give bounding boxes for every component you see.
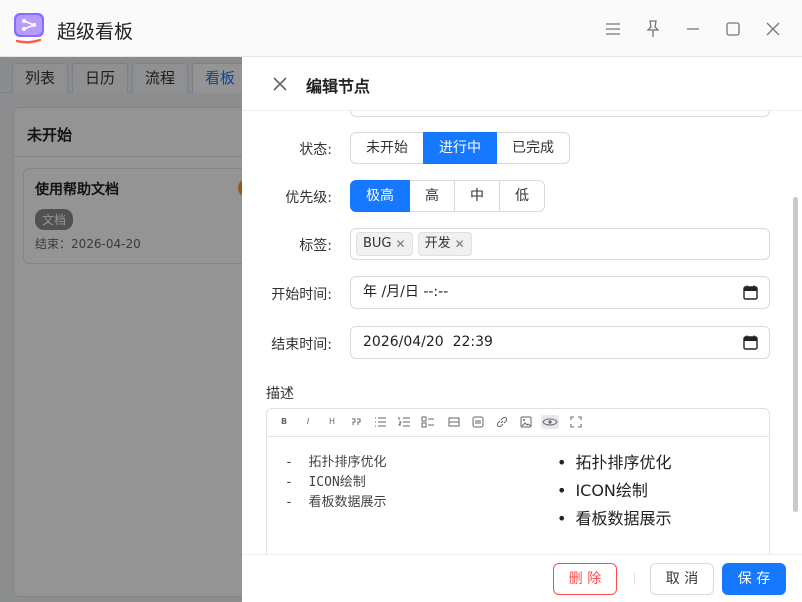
tag-chip: 开发 ✕	[417, 232, 472, 256]
end-time-input[interactable]: 2026/04/20 22:39	[350, 326, 770, 359]
preview-icon[interactable]	[541, 415, 559, 429]
markdown-editor[interactable]: B I H - 拓扑排序优化 - ICON绘制 - 看板数据展示 • 拓扑排序优…	[266, 408, 770, 554]
tag-chip-label: 开发	[424, 236, 451, 251]
window-titlebar: 超级看板	[0, 0, 802, 57]
heading-icon[interactable]: H	[325, 415, 339, 429]
start-time-value: 年 /月/日 --:--	[363, 284, 449, 300]
priority-option-high[interactable]: 高	[409, 180, 455, 212]
drawer-footer: 删 除 取 消 保 存	[242, 554, 802, 602]
source-line: - ICON绘制	[285, 475, 366, 490]
priority-option-medium[interactable]: 中	[454, 180, 500, 212]
priority-label: 优先级:	[285, 190, 332, 206]
source-line: - 拓扑排序优化	[285, 455, 387, 470]
maximize-icon[interactable]	[722, 18, 744, 40]
drawer-close-icon[interactable]	[270, 74, 290, 94]
italic-icon[interactable]: I	[301, 415, 315, 429]
calendar-icon[interactable]	[743, 285, 758, 300]
start-time-input[interactable]: 年 /月/日 --:--	[350, 276, 770, 309]
tag-chip: BUG ✕	[356, 232, 413, 256]
code-icon[interactable]	[471, 415, 485, 429]
drawer-header: 编辑节点	[242, 57, 802, 111]
app-title: 超级看板	[57, 21, 134, 43]
ordered-list-icon[interactable]	[397, 415, 411, 429]
status-option-not-started[interactable]: 未开始	[350, 132, 424, 164]
priority-button-group: 极高 高 中 低	[350, 180, 545, 212]
description-label: 描述	[266, 386, 294, 402]
end-time-label: 结束时间:	[271, 337, 332, 353]
start-time-label: 开始时间:	[271, 287, 332, 303]
preview-item: 看板数据展示	[557, 505, 671, 533]
editor-toolbar: B I H	[267, 409, 769, 437]
tag-chip-label: BUG	[363, 236, 392, 251]
status-option-in-progress[interactable]: 进行中	[423, 132, 497, 164]
tags-select[interactable]: BUG ✕ 开发 ✕	[350, 228, 770, 260]
close-icon[interactable]	[762, 18, 784, 40]
image-icon[interactable]	[519, 415, 533, 429]
footer-divider	[634, 573, 635, 585]
calendar-icon[interactable]	[743, 335, 758, 350]
quote-icon[interactable]	[349, 415, 363, 429]
status-label: 状态:	[299, 142, 332, 158]
bold-icon[interactable]: B	[277, 415, 291, 429]
app-logo-icon	[14, 13, 44, 44]
link-icon[interactable]	[495, 415, 509, 429]
pin-icon[interactable]	[642, 18, 664, 40]
preview-item: ICON绘制	[557, 477, 671, 505]
source-line: - 看板数据展示	[285, 495, 387, 510]
drawer-title: 编辑节点	[306, 77, 371, 96]
status-option-done[interactable]: 已完成	[496, 132, 570, 164]
minimize-icon[interactable]	[682, 18, 704, 40]
drawer-body: 状态: 未开始 进行中 已完成 优先级: 极高 高 中 低 标签: BUG ✕ …	[242, 111, 802, 554]
priority-option-low[interactable]: 低	[499, 180, 545, 212]
title-input-partial[interactable]	[350, 111, 770, 117]
fullscreen-icon[interactable]	[569, 415, 583, 429]
bullet-list-icon[interactable]	[373, 415, 387, 429]
edit-node-drawer: 编辑节点 状态: 未开始 进行中 已完成 优先级: 极高 高 中 低 标签: B…	[242, 57, 802, 602]
preview-item: 拓扑排序优化	[557, 449, 671, 477]
table-icon[interactable]	[447, 415, 461, 429]
drawer-scrollbar[interactable]	[793, 197, 798, 512]
end-time-value: 2026/04/20 22:39	[363, 334, 493, 350]
cancel-button[interactable]: 取 消	[650, 563, 714, 595]
markdown-source[interactable]: - 拓扑排序优化 - ICON绘制 - 看板数据展示	[285, 453, 386, 513]
task-list-icon[interactable]	[421, 415, 435, 429]
markdown-preview: 拓扑排序优化 ICON绘制 看板数据展示	[557, 449, 671, 533]
priority-option-highest[interactable]: 极高	[350, 180, 410, 212]
status-button-group: 未开始 进行中 已完成	[350, 132, 570, 164]
menu-icon[interactable]	[602, 18, 624, 40]
tags-label: 标签:	[299, 238, 332, 254]
delete-button[interactable]: 删 除	[553, 563, 617, 595]
tag-remove-icon[interactable]: ✕	[396, 233, 406, 255]
save-button[interactable]: 保 存	[722, 563, 786, 595]
tag-remove-icon[interactable]: ✕	[455, 233, 465, 255]
